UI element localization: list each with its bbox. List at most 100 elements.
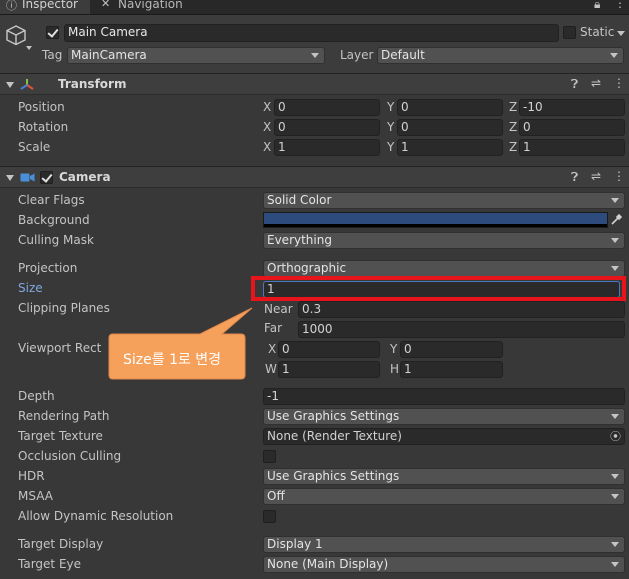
depth-label: Depth [18,389,55,403]
axis-y-label[interactable]: Y [387,140,394,154]
axis-y-label[interactable]: Y [387,100,394,114]
tab-navigation[interactable]: ✕ Navigation [98,0,198,14]
icon-dropdown-arrow[interactable] [26,46,32,50]
camera-header[interactable]: Camera ❓︎ ⇌ ⋮ [0,166,629,188]
target-display-label: Target Display [18,537,104,551]
position-label: Position [18,100,65,114]
tab-bar [0,0,629,15]
viewport-y-field[interactable]: 0 [400,341,503,358]
rendering-path-label: Rendering Path [18,409,110,423]
chevron-down-icon [611,414,619,419]
camera-icon [20,173,35,182]
lock-icon[interactable]: 🔒︎ [594,0,600,12]
projection-label: Projection [18,261,78,275]
layer-dropdown[interactable]: Default [377,47,624,64]
inspector-tab-icon: ⓘ [6,0,17,12]
axis-x-label[interactable]: X [263,140,271,154]
culling-mask-dropdown[interactable]: Everything [263,232,625,249]
rotation-label: Rotation [18,120,69,134]
projection-value: Orthographic [267,261,347,275]
callout-bubble [108,307,253,380]
hdr-label: HDR [18,469,45,483]
target-texture-label: Target Texture [18,429,103,443]
tag-label: Tag [42,48,63,62]
gameobject-cube-icon [6,25,26,46]
hdr-dropdown[interactable]: Use Graphics Settings [263,468,625,485]
rendering-path-value: Use Graphics Settings [267,409,400,423]
chevron-down-icon [611,474,619,479]
axis-x-label[interactable]: X [263,120,271,134]
clear-flags-label: Clear Flags [18,193,85,207]
viewport-h-label[interactable]: H [390,362,399,376]
target-texture-field[interactable]: None (Render Texture) ⦿ [263,428,625,445]
chevron-down-icon [611,266,619,271]
axis-z-label[interactable]: Z [509,100,517,114]
scale-y-field[interactable]: 1 [397,139,503,156]
layer-label: Layer [340,48,374,62]
viewport-w-field[interactable]: 1 [278,361,380,378]
help-icon[interactable]: ❓︎ [571,170,578,185]
clear-flags-value: Solid Color [267,193,332,207]
target-eye-dropdown[interactable]: None (Main Display) [263,556,625,573]
background-color-swatch[interactable] [263,212,608,228]
viewport-h-field[interactable]: 1 [400,361,503,378]
tab-navigation-label: Navigation [118,0,183,11]
dynamic-resolution-label: Allow Dynamic Resolution [18,509,174,523]
position-z-field[interactable]: -10 [519,99,625,116]
component-menu-icon[interactable]: ⋮ [613,76,625,90]
viewport-y-label[interactable]: Y [390,342,397,356]
tag-value: MainCamera [71,48,147,62]
rotation-y-field[interactable]: 0 [397,119,503,136]
transform-header[interactable]: Transform ❓︎ ⇌ ⋮ [0,73,629,95]
foldout-arrow-icon[interactable] [6,175,14,181]
viewport-x-field[interactable]: 0 [278,341,380,358]
camera-title: Camera [59,170,111,184]
dynamic-resolution-checkbox[interactable] [263,510,276,523]
projection-dropdown[interactable]: Orthographic [263,260,625,277]
static-dropdown-arrow[interactable] [617,31,625,36]
far-field[interactable]: 1000 [298,321,625,338]
axis-x-label[interactable]: X [263,100,271,114]
tab-inspector[interactable]: ⓘ Inspector [0,0,90,14]
object-name-field[interactable]: Main Camera [64,24,559,42]
clear-flags-dropdown[interactable]: Solid Color [263,192,625,209]
help-icon[interactable]: ❓︎ [571,77,578,92]
eyedropper-icon[interactable] [610,213,623,226]
axis-z-label[interactable]: Z [509,120,517,134]
target-display-dropdown[interactable]: Display 1 [263,536,625,553]
chevron-down-icon [611,542,619,547]
background-alpha-bar [264,224,607,227]
occlusion-culling-checkbox[interactable] [263,450,276,463]
scale-x-field[interactable]: 1 [274,139,380,156]
foldout-arrow-icon[interactable] [6,82,14,88]
culling-mask-label: Culling Mask [18,233,94,247]
active-checkbox[interactable] [46,26,59,39]
clipping-planes-label: Clipping Planes [18,301,110,315]
rendering-path-dropdown[interactable]: Use Graphics Settings [263,408,625,425]
axis-y-label[interactable]: Y [387,120,394,134]
target-display-value: Display 1 [267,537,323,551]
static-checkbox[interactable] [563,26,576,39]
hdr-value: Use Graphics Settings [267,469,400,483]
more-menu-icon[interactable]: ⋮ [614,0,626,10]
presets-icon[interactable]: ⇌ [591,169,601,183]
component-menu-icon[interactable]: ⋮ [613,169,625,183]
camera-enabled-checkbox[interactable] [40,171,53,184]
object-picker-icon[interactable]: ⦿ [610,429,621,444]
viewport-x-label[interactable]: X [268,342,276,356]
msaa-dropdown[interactable]: Off [263,488,625,505]
viewport-rect-label: Viewport Rect [18,341,102,355]
background-label: Background [18,213,90,227]
tag-dropdown[interactable]: MainCamera [67,47,325,64]
axis-z-label[interactable]: Z [509,140,517,154]
rotation-x-field[interactable]: 0 [274,119,380,136]
rotation-z-field[interactable]: 0 [519,119,625,136]
near-field[interactable]: 0.3 [298,301,625,318]
depth-field[interactable]: -1 [263,388,625,405]
scale-z-field[interactable]: 1 [519,139,625,156]
presets-icon[interactable]: ⇌ [591,76,601,90]
chevron-down-icon [611,198,619,203]
position-x-field[interactable]: 0 [274,99,380,116]
position-y-field[interactable]: 0 [397,99,503,116]
viewport-w-label[interactable]: W [265,362,277,376]
